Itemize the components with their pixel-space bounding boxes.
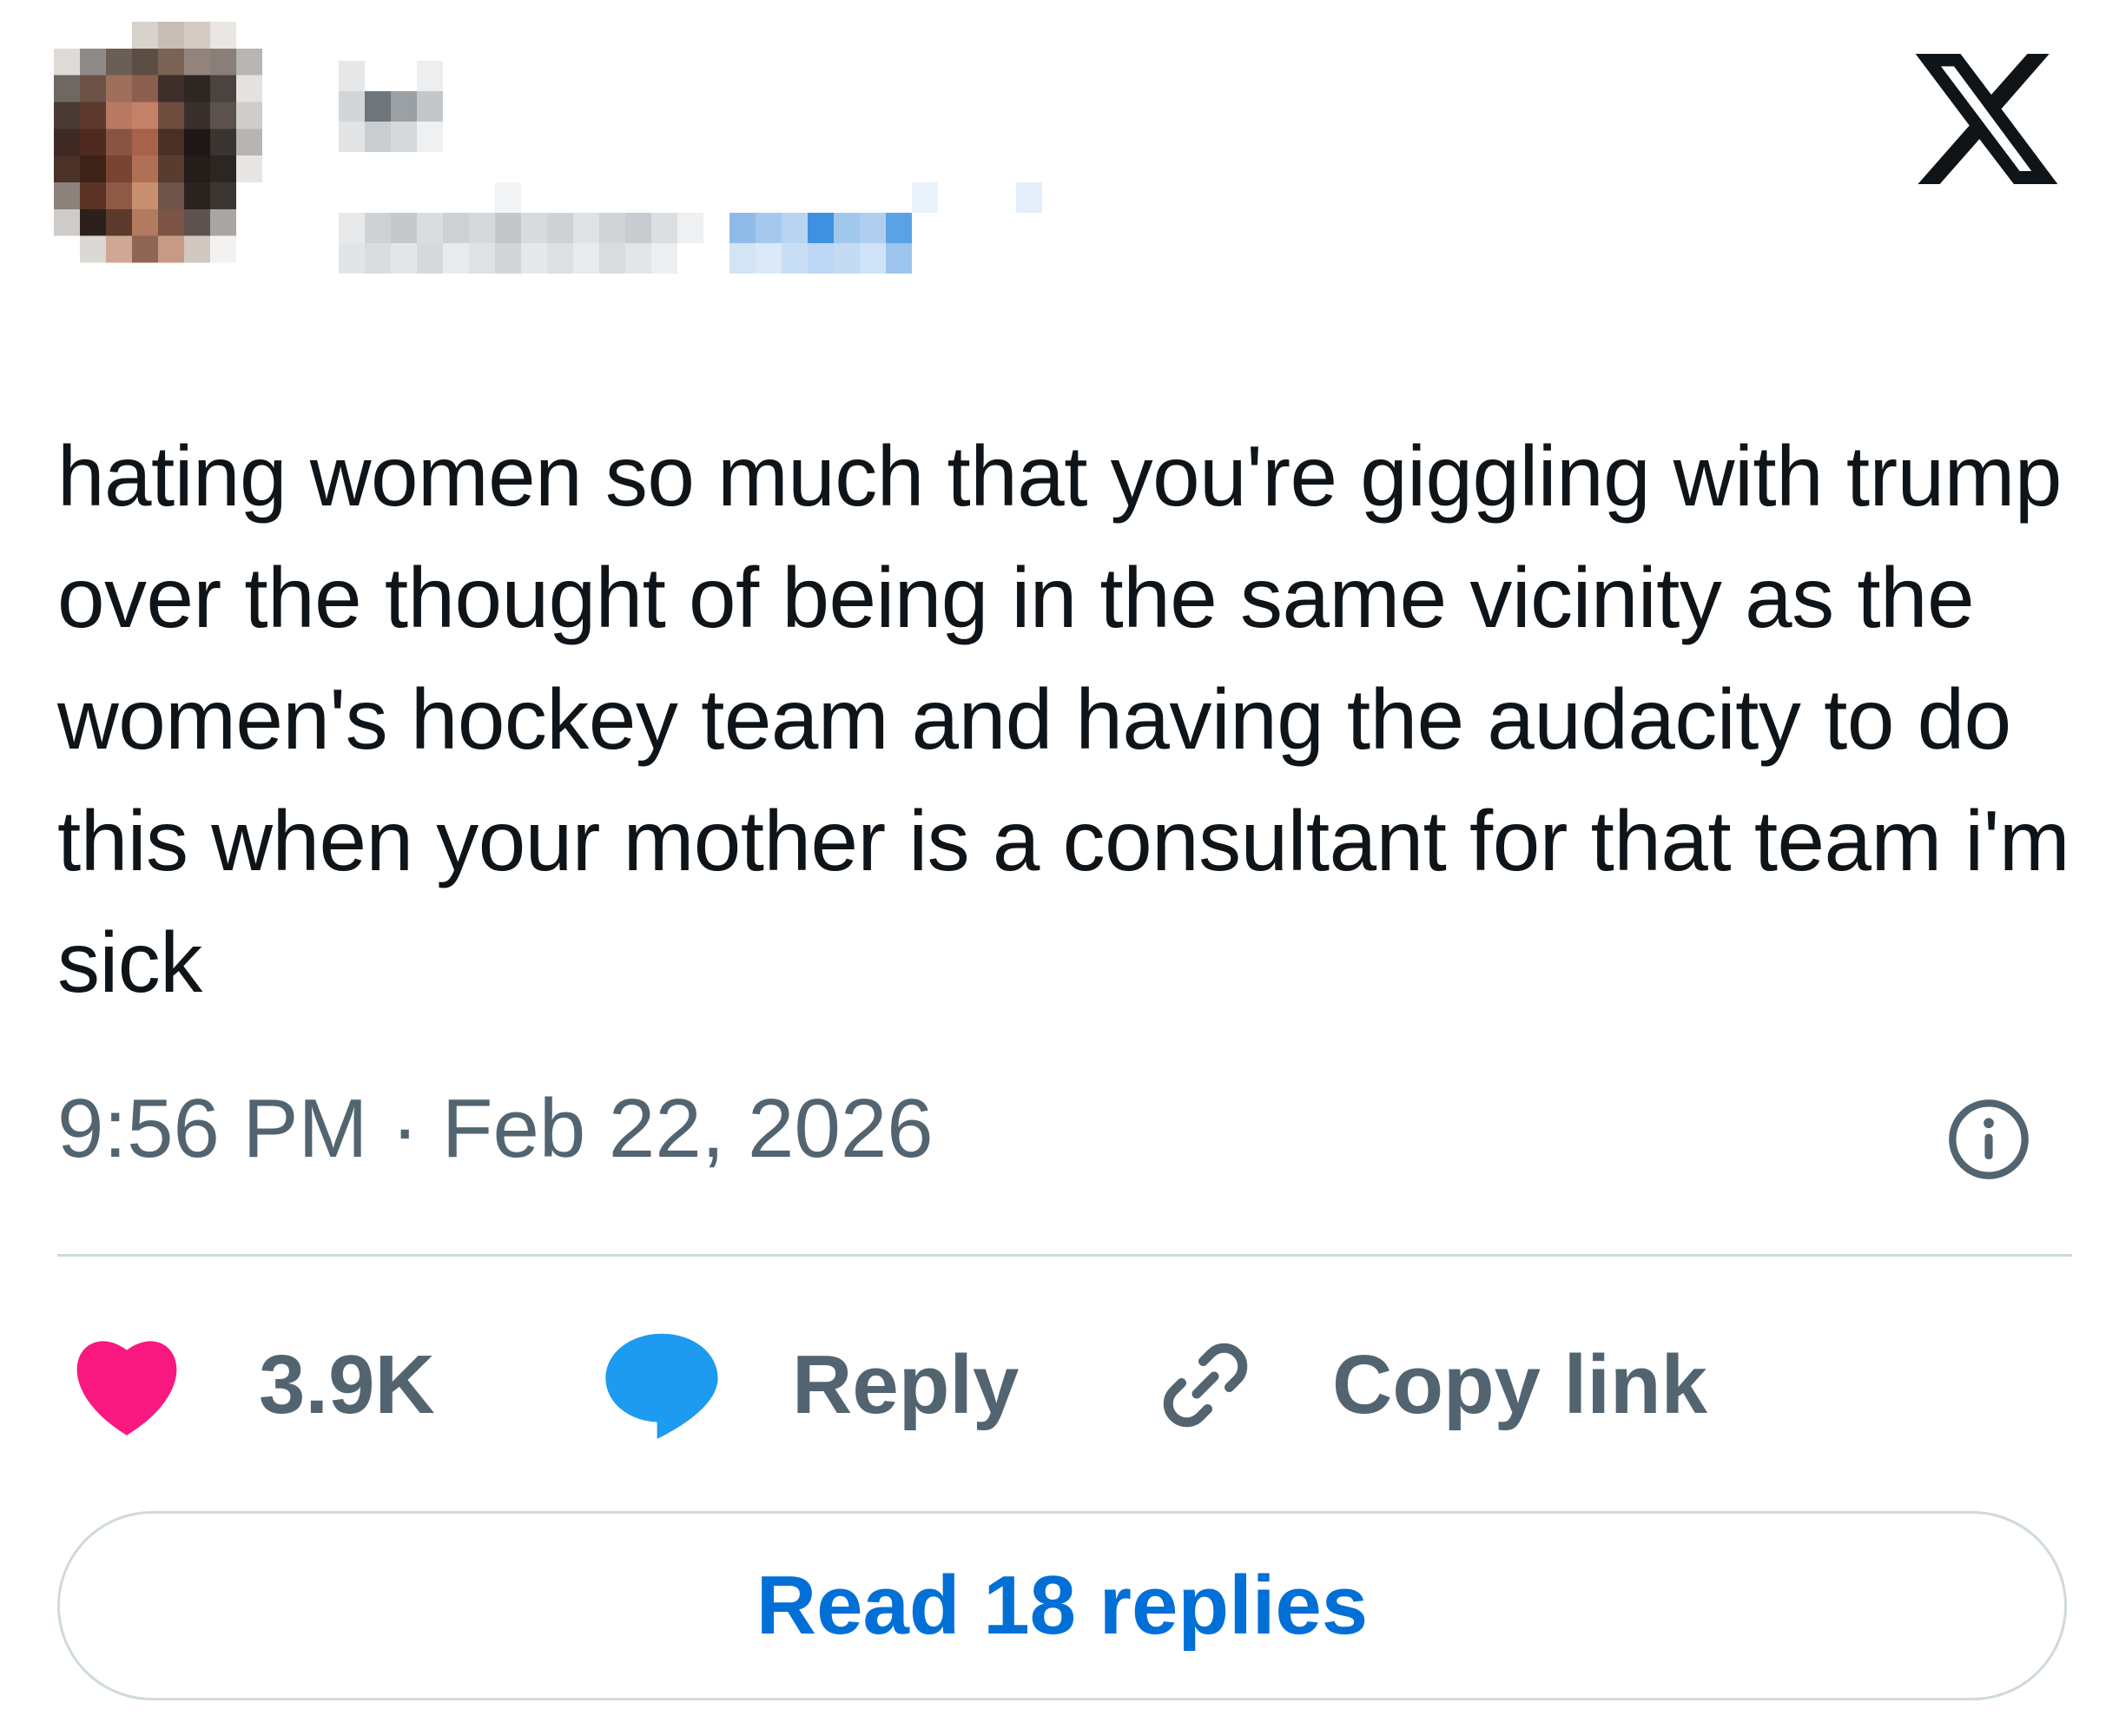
- handle-redacted[interactable]: [339, 182, 1277, 304]
- tweet-card: hating women so much that you're gigglin…: [0, 0, 2119, 1736]
- display-name-redacted[interactable]: [339, 61, 547, 182]
- copy-link-label: Copy link: [1332, 1338, 1708, 1431]
- reply-button[interactable]: Reply: [601, 1320, 1019, 1450]
- tweet-timestamp[interactable]: 9:56 PM · Feb 22, 2026: [57, 1077, 934, 1181]
- copy-link-button[interactable]: Copy link: [1153, 1320, 1707, 1450]
- avatar[interactable]: [54, 22, 340, 343]
- read-replies-button[interactable]: Read 18 replies: [57, 1511, 2067, 1700]
- info-icon[interactable]: [1945, 1096, 2032, 1183]
- link-icon: [1163, 1343, 1248, 1428]
- speech-bubble-icon: [605, 1333, 718, 1439]
- heart-icon: [76, 1341, 177, 1436]
- x-logo-icon[interactable]: [1915, 54, 2058, 184]
- divider: [57, 1254, 2072, 1257]
- reply-label: Reply: [792, 1338, 1020, 1431]
- read-replies-label: Read 18 replies: [756, 1559, 1369, 1652]
- tweet-text: hating women so much that you're gigglin…: [57, 428, 2070, 1010]
- like-count: 3.9K: [259, 1338, 435, 1431]
- like-button[interactable]: 3.9K: [69, 1320, 435, 1450]
